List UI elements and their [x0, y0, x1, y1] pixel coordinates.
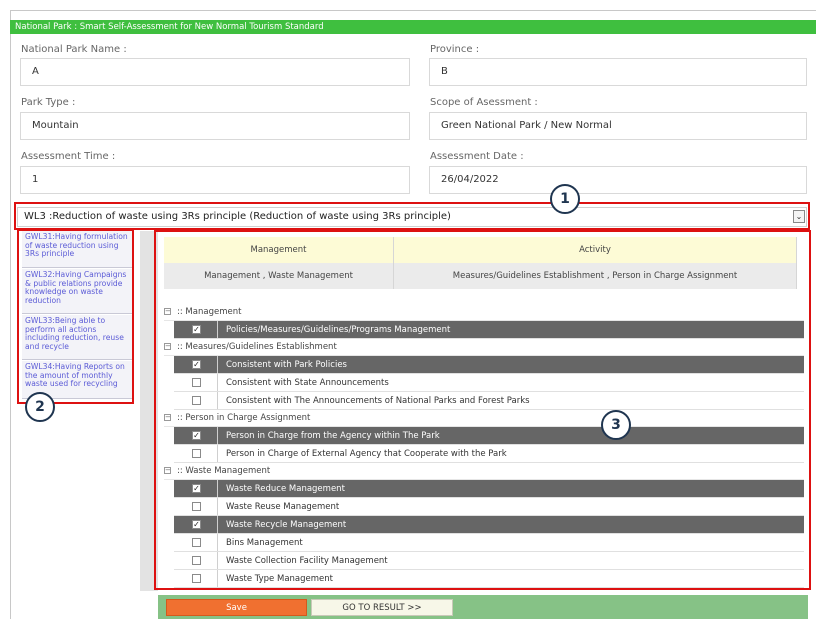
go-to-result-button[interactable]: GO TO RESULT >> [311, 599, 453, 616]
assessment-time-label: Assessment Time : [21, 151, 116, 162]
callout-box-2 [17, 229, 134, 404]
park-name-label: National Park Name : [21, 44, 127, 55]
page-title: National Park : Smart Self-Assessment fo… [10, 20, 816, 34]
callout-marker-2: 2 [25, 392, 55, 422]
park-name-field[interactable]: A [20, 58, 410, 86]
save-button[interactable]: Save [166, 599, 307, 616]
scope-field[interactable]: Green National Park / New Normal [429, 112, 807, 140]
park-type-field[interactable]: Mountain [20, 112, 410, 140]
callout-marker-3: 3 [601, 410, 631, 440]
callout-box-3 [154, 230, 811, 590]
scope-label: Scope of Asessment : [430, 97, 538, 108]
callout-marker-1: 1 [550, 184, 580, 214]
province-label: Province : [430, 44, 480, 55]
province-field[interactable]: B [429, 58, 807, 86]
park-type-label: Park Type : [21, 97, 76, 108]
assessment-time-field[interactable]: 1 [20, 166, 410, 194]
assessment-date-field[interactable]: 26/04/2022 [429, 166, 807, 194]
callout-box-1 [14, 202, 810, 230]
assessment-date-label: Assessment Date : [430, 151, 524, 162]
